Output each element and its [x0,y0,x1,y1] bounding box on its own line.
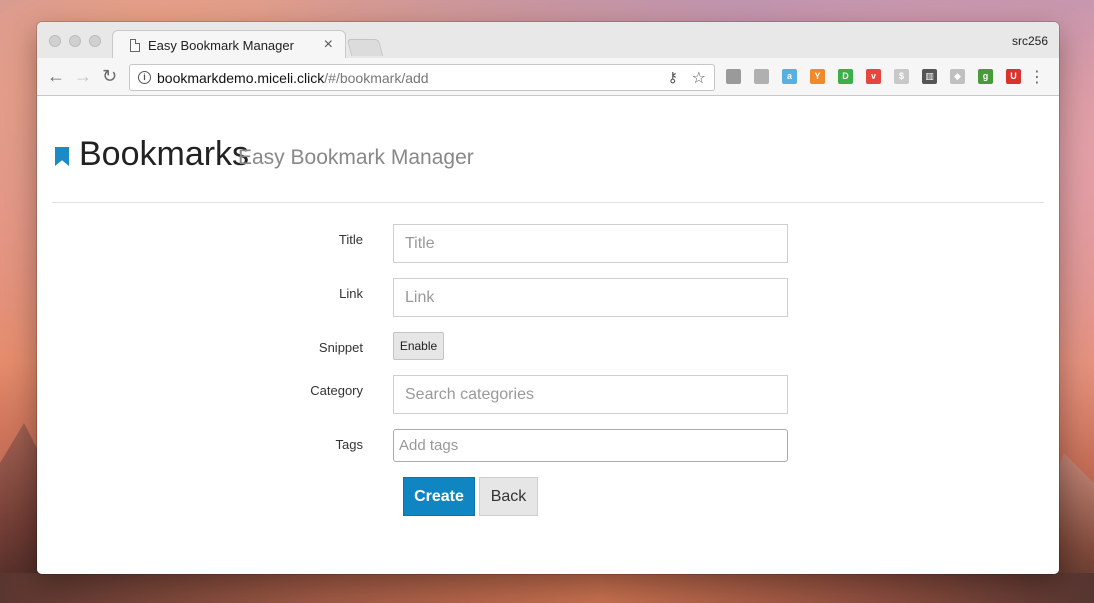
browser-toolbar: ← → ↻ i bookmarkdemo.miceli.click/#/book… [37,58,1059,96]
page-content: Bookmarks Easy Bookmark Manager Title Li… [37,97,1059,574]
tags-label: Tags [335,437,363,452]
dollar-ext-icon[interactable]: $ [894,69,909,84]
reload-icon[interactable]: ↻ [102,66,117,86]
new-tab-button[interactable] [346,39,384,56]
archive-ext-icon[interactable]: ▥ [922,69,937,84]
menu-dots-icon[interactable]: ⋮ [1029,67,1045,87]
title-label: Title [338,232,363,247]
bookmark-icon [55,147,69,166]
header-divider [52,202,1044,203]
translate-ext-icon[interactable]: a [782,69,797,84]
doc-ext-icon[interactable] [726,69,741,84]
snippet-enable-button[interactable]: Enable [393,332,444,360]
browser-window: Easy Bookmark Manager × src256 ← → ↻ i b… [37,22,1059,574]
key-icon[interactable]: ⚷ [668,69,678,86]
pin-ext-icon[interactable] [754,69,769,84]
profile-name[interactable]: src256 [1012,34,1048,48]
y-ext-icon[interactable]: Y [810,69,825,84]
back-arrow-icon[interactable]: ← [47,66,65,86]
close-window-button[interactable] [49,35,61,47]
document-icon [130,39,140,52]
page-subtitle: Easy Bookmark Manager [238,146,474,169]
tab-title: Easy Bookmark Manager [148,38,294,53]
tab-bar: Easy Bookmark Manager × src256 [37,22,1059,59]
wallpaper-mountain-bottom [0,573,1094,603]
url-host: bookmarkdemo.miceli.click [157,70,325,86]
link-input[interactable] [393,278,788,317]
minimize-window-button[interactable] [69,35,81,47]
url-text[interactable]: bookmarkdemo.miceli.click/#/bookmark/add [157,70,429,86]
page-title: Bookmarks [79,135,250,173]
pocket-ext-icon[interactable]: v [866,69,881,84]
url-path: /#/bookmark/add [324,70,429,86]
create-button[interactable]: Create [403,477,475,516]
diamond-ext-icon[interactable]: ◆ [950,69,965,84]
green-d-ext-icon[interactable]: D [838,69,853,84]
star-icon[interactable]: ☆ [692,68,706,88]
zoom-window-button[interactable] [89,35,101,47]
title-input[interactable] [393,224,788,263]
snippet-label: Snippet [318,340,363,355]
tab-close-icon[interactable]: × [324,36,333,54]
category-search-input[interactable] [393,375,788,414]
forward-arrow-icon[interactable]: → [74,66,92,86]
info-icon[interactable]: i [138,71,151,84]
browser-tab[interactable]: Easy Bookmark Manager × [112,30,346,59]
address-bar[interactable]: i bookmarkdemo.miceli.click/#/bookmark/a… [129,64,715,91]
red-ext-icon[interactable]: U [1006,69,1021,84]
link-label: Link [339,286,363,301]
g-ext-icon[interactable]: g [978,69,993,84]
tags-input[interactable] [393,429,788,462]
category-label: Category [310,383,363,398]
back-button[interactable]: Back [479,477,538,516]
